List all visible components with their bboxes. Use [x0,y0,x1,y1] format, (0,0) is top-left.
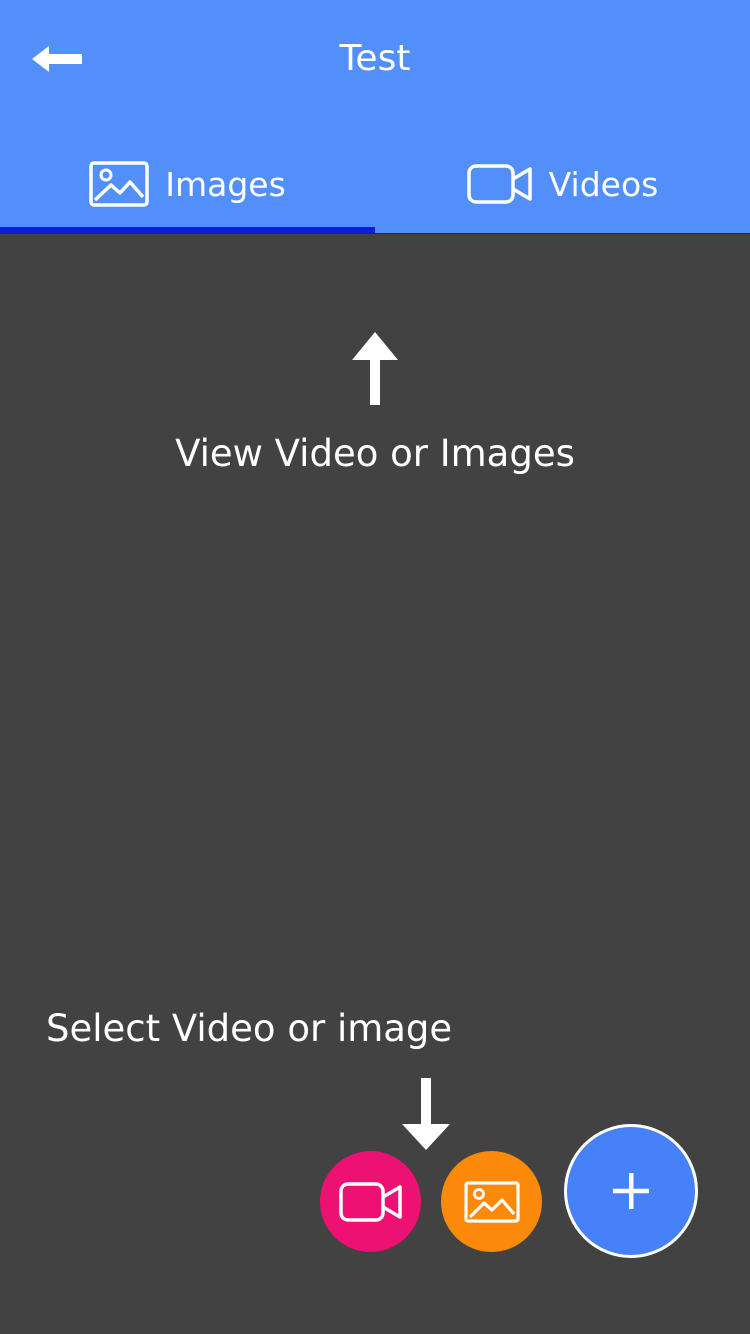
video-camera-icon [466,162,533,206]
tab-bar: Images Videos [0,134,750,234]
plus-icon [613,1173,649,1209]
tab-images[interactable]: Images [0,134,375,234]
add-image-button[interactable] [441,1151,542,1252]
select-hint-text: Select Video or image [46,1007,453,1050]
app-header: Test Images Videos [0,0,750,234]
view-hint-text: View Video or Images [175,432,575,475]
divider [375,233,750,234]
tab-selected-indicator [0,227,375,234]
video-camera-icon [338,1181,402,1222]
add-fab-button[interactable] [564,1124,698,1258]
tab-videos-label: Videos [548,164,659,204]
tab-videos[interactable]: Videos [375,134,750,234]
arrow-down-icon [400,1078,452,1156]
page-title: Test [339,38,411,79]
arrow-up-icon [352,332,398,405]
tab-images-label: Images [165,164,286,204]
view-hint: View Video or Images [0,330,750,475]
image-icon [89,161,149,207]
add-video-button[interactable] [320,1151,421,1252]
image-icon [463,1180,520,1223]
app-screen: Test Images Videos View Video or Images … [0,0,750,1334]
